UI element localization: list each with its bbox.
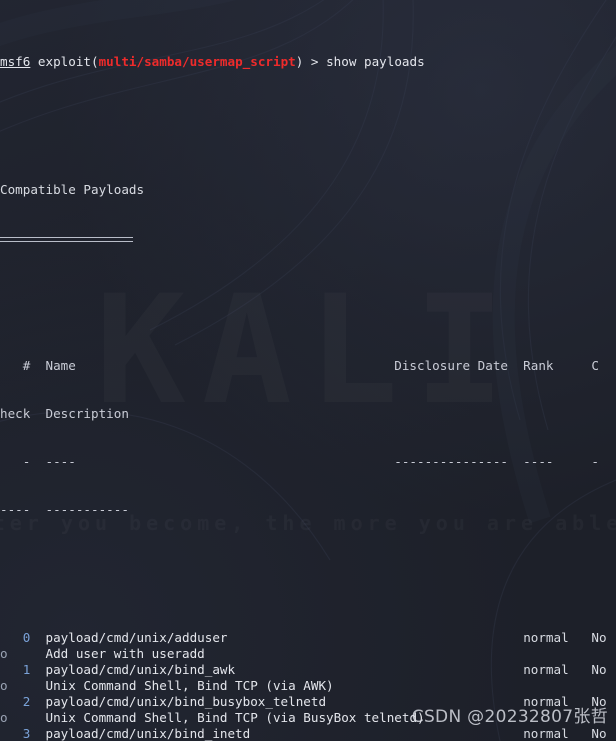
table-row[interactable]: 0 payload/cmd/unix/adduser normal No bbox=[0, 630, 616, 646]
row-check-wrap: o bbox=[0, 678, 8, 693]
table-row-continuation: o Unix Command Shell, Bind TCP (via AWK) bbox=[0, 678, 616, 694]
prompt-module-path: multi/samba/usermap_script bbox=[98, 54, 296, 69]
row-check: No bbox=[576, 662, 607, 677]
row-rank: normal bbox=[523, 662, 577, 677]
terminal-window: KALI the quieter you become, the more yo… bbox=[0, 0, 616, 741]
row-description: Add user with useradd bbox=[7, 646, 205, 661]
row-payload-name: payload/cmd/unix/adduser bbox=[30, 630, 524, 645]
table-row[interactable]: 3 payload/cmd/unix/bind_inetd normal No bbox=[0, 726, 616, 741]
row-check-wrap: o bbox=[0, 646, 8, 661]
table-rule-row-2: ---- ----------- bbox=[0, 502, 129, 517]
row-check: No bbox=[576, 726, 607, 741]
prompt-context-open: exploit( bbox=[30, 54, 99, 69]
row-description: Unix Command Shell, Bind TCP (via AWK) bbox=[7, 678, 334, 693]
row-description: Unix Command Shell, Bind TCP (via BusyBo… bbox=[7, 710, 425, 725]
row-rank: normal bbox=[523, 726, 577, 741]
prompt-shell-name: msf6 bbox=[0, 54, 31, 69]
prompt-context-close: ) > bbox=[295, 54, 327, 69]
table-header-row-1: # Name Disclosure Date Rank C bbox=[0, 358, 599, 373]
csdn-watermark: CSDN @20232807张哲 bbox=[411, 707, 608, 727]
terminal-output[interactable]: msf6 exploit(multi/samba/usermap_script)… bbox=[0, 0, 616, 741]
section-title: Compatible Payloads bbox=[0, 182, 145, 197]
prompt-command: show payloads bbox=[326, 54, 425, 69]
table-header-row-2: heck Description bbox=[0, 406, 129, 421]
table-row-continuation: o Add user with useradd bbox=[0, 646, 616, 662]
table-row[interactable]: 1 payload/cmd/unix/bind_awk normal No bbox=[0, 662, 616, 678]
section-title-rule bbox=[0, 230, 616, 246]
row-index: 0 bbox=[0, 630, 31, 645]
row-check: No bbox=[576, 630, 607, 645]
row-rank: normal bbox=[523, 630, 577, 645]
row-index: 3 bbox=[0, 726, 31, 741]
row-payload-name: payload/cmd/unix/bind_inetd bbox=[30, 726, 524, 741]
row-index: 1 bbox=[0, 662, 31, 677]
row-check-wrap: o bbox=[0, 710, 8, 725]
prompt-line: msf6 exploit(multi/samba/usermap_script)… bbox=[0, 54, 616, 70]
row-index: 2 bbox=[0, 694, 31, 709]
table-rule-row-1: - ---- --------------- ---- - bbox=[0, 454, 599, 469]
row-payload-name: payload/cmd/unix/bind_awk bbox=[30, 662, 524, 677]
